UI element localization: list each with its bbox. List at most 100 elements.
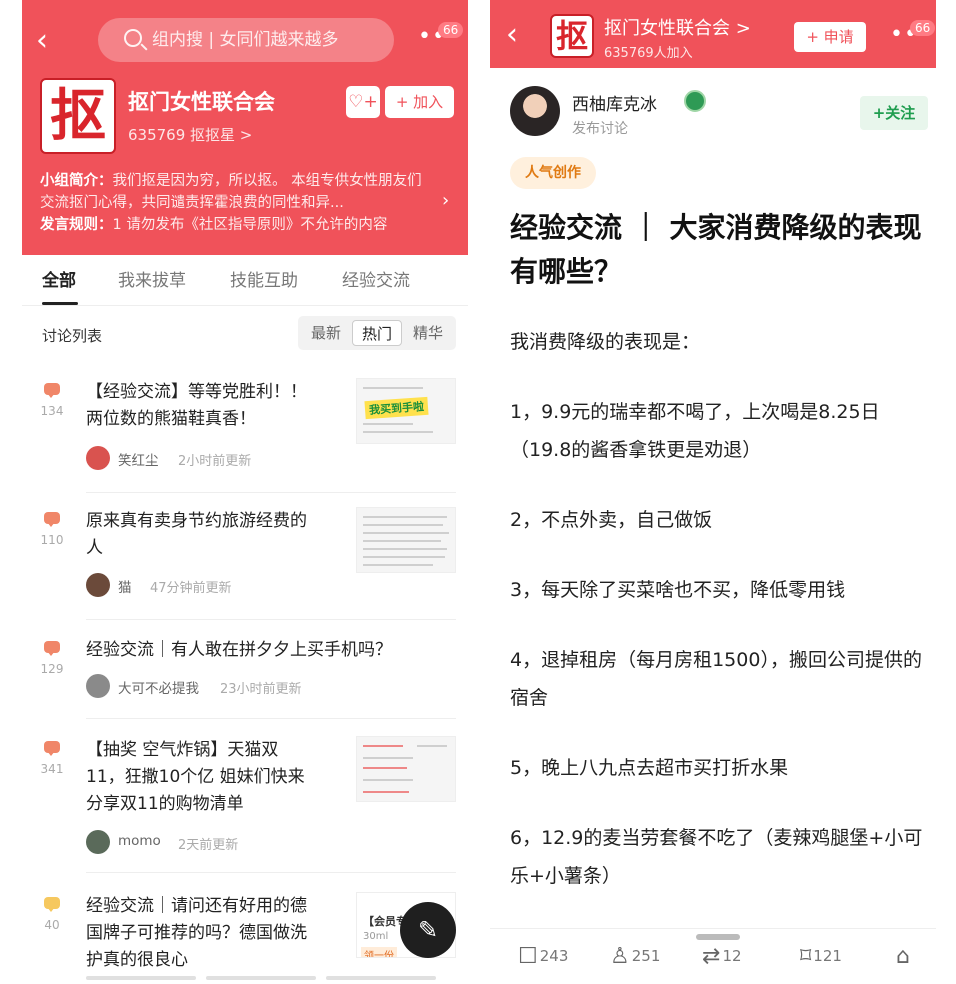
repost-icon: ⇄ [702,944,721,969]
tab-skills[interactable]: 技能互助 [230,266,298,291]
sort-featured[interactable]: 精华 [403,320,453,346]
comment-action[interactable]: ☐ 243 [518,944,568,969]
avatar[interactable] [86,573,110,597]
gift-icon: ⌂ [896,944,910,969]
avatar[interactable] [86,674,110,698]
post-body-line: 5，晚上八九点去超市买打折水果 [510,757,789,779]
collect-count: 121 [813,947,842,965]
comment-icon [44,897,60,912]
post-title-line: 分享双11的购物清单 [86,794,244,814]
join-button[interactable]: + 加入 [385,86,454,118]
scroll-indicator [86,976,196,980]
author-meta: 发布讨论 [572,121,628,137]
avatar[interactable] [510,86,560,136]
post-body-line: 1，9.9元的瑞幸都不喝了，上次喝是8.25日（19.8的酱香拿铁更是劝退） [510,401,880,461]
group-logo: 抠 [40,78,116,154]
popular-tag: 人气创作 [510,157,596,189]
divider [86,619,456,620]
comment-icon [44,383,60,398]
author-name[interactable]: 猫 [118,576,132,596]
follow-button[interactable]: +关注 [860,96,928,130]
post-title-line: 【抽奖 空气炸锅】天猫双 [86,740,279,760]
drag-handle[interactable] [696,934,740,940]
group-name: 抠门女性联合会 [128,90,275,114]
post-title-line: 护真的很良心 [86,950,188,970]
group-header: ‹ 组内搜 | 女同们越来越多 •• 66 抠 抠门女性联合会 635769 抠… [22,0,468,255]
chevron-right-icon[interactable]: › [442,190,449,211]
sort-hot[interactable]: 热门 [352,320,402,346]
back-icon[interactable]: ‹ [36,26,48,56]
post-body-line: 4，退掉租房（每月房租1500），搬回公司提供的宿舍 [510,649,922,709]
notification-badge: 66 [438,22,464,38]
compose-button[interactable]: ✎ [400,902,456,958]
scroll-indicator [326,976,436,980]
post-thumbnail[interactable] [356,736,456,802]
avatar[interactable] [86,446,110,470]
comment-count: 110 [40,533,64,547]
group-tabs: 全部 我来拔草 技能互助 经验交流 [22,266,468,306]
comment-count: 134 [40,404,64,418]
post-title-line: 国牌子可推荐的吗？德国做洗 [86,923,307,943]
group-name-link[interactable]: 抠门女性联合会 > [604,14,751,40]
post-title-line: 【经验交流】等等党胜利！！ [86,382,307,402]
post-title: 经验交流 ｜ 大家消费降级的表现有哪些？ [510,211,922,288]
group-member-link[interactable]: 635769 抠抠星 > [128,124,252,145]
author-name[interactable]: 西柚库克冰 [572,90,657,115]
post-title-line: 两位数的熊猫鞋真香！ [86,409,256,429]
author-name[interactable]: 大可不必提我 [118,677,199,697]
rules-label: 发言规则： [40,217,113,233]
list-item[interactable]: 129 经验交流｜有人敢在拼夕夕上买手机吗？ 大可不必提我 23小时前更新 [22,634,468,704]
like-action[interactable]: ♙ 251 [610,944,660,969]
thumbnail-caption: 我买到手啦 [364,396,429,420]
back-icon[interactable]: ‹ [506,20,518,50]
avatar[interactable] [86,830,110,854]
favorite-button[interactable]: ♡+ [346,86,380,118]
comment-count: 129 [40,662,64,676]
tab-indicator [42,302,78,305]
list-item[interactable]: 341 【抽奖 空气炸锅】天猫双 11，狂撒10个亿 姐妹们快来 分享双11的购… [22,734,468,864]
group-intro[interactable]: 小组简介：我们抠是因为穷，所以抠。 本组专供女性朋友们交流抠门心得，共同谴责挥霍… [40,170,435,236]
group-page: ‹ 组内搜 | 女同们越来越多 •• 66 抠 抠门女性联合会 635769 抠… [22,0,468,984]
post-title-line: 人 [86,538,103,558]
post-header: ‹ 抠 抠门女性联合会 > 635769人加入 + 申请 •• 66 [490,0,936,68]
pen-icon: ✎ [417,916,439,944]
intro-label: 小组简介： [40,173,113,189]
group-search-input[interactable]: 组内搜 | 女同们越来越多 [98,18,394,62]
comment-icon [44,512,60,527]
post-title-line: 原来真有卖身节约旅游经费的 [86,511,307,531]
list-item[interactable]: 134 【经验交流】等等党胜利！！ 两位数的熊猫鞋真香！ 笑红尘 2小时前更新 … [22,376,468,486]
gift-action[interactable]: ⌂ [896,944,912,969]
post-title: 经验交流｜有人敢在拼夕夕上买手机吗？ [86,640,392,660]
divider [86,872,456,873]
rules-text: 1 请勿发布《社区指导原则》不允许的内容 [112,217,388,233]
comment-count: 341 [40,762,64,776]
post-title: 经验交流｜请问还有好用的德 国牌子可推荐的吗？德国做洗 护真的很良心 [86,893,307,974]
repost-action[interactable]: ⇄ 12 [702,944,742,969]
group-logo: 抠 [550,14,594,58]
author-name[interactable]: 笑红尘 [118,449,159,469]
tab-all[interactable]: 全部 [42,266,76,291]
update-time: 47分钟前更新 [150,581,232,596]
author-name[interactable]: momo [118,833,161,849]
apply-button[interactable]: + 申请 [794,22,866,52]
post-thumbnail[interactable]: 我买到手啦 [356,378,456,444]
comment-count: 243 [539,947,569,965]
sort-latest[interactable]: 最新 [301,320,351,346]
repost-count: 12 [722,947,742,965]
post-title: 【经验交流】等等党胜利！！ 两位数的熊猫鞋真香！ [86,379,307,433]
post-body-line: 我消费降级的表现是： [510,331,701,353]
verified-badge-icon [684,90,706,112]
update-time: 2天前更新 [178,838,239,853]
sort-toggle: 最新 热门 精华 [298,316,456,350]
divider [86,492,456,493]
tab-experience[interactable]: 经验交流 [342,266,410,291]
comment-icon [44,741,60,756]
post-thumbnail[interactable] [356,507,456,573]
search-icon [124,29,142,47]
list-item[interactable]: 110 原来真有卖身节约旅游经费的 人 猫 47分钟前更新 [22,505,468,615]
collect-action[interactable]: ⌑ 121 [800,944,842,969]
tab-weed[interactable]: 我来拔草 [118,266,186,291]
post-body-line: 3，每天除了买菜啥也不买，降低零用钱 [510,579,846,601]
like-count: 251 [631,947,661,965]
comment-icon: ☐ [518,944,538,969]
